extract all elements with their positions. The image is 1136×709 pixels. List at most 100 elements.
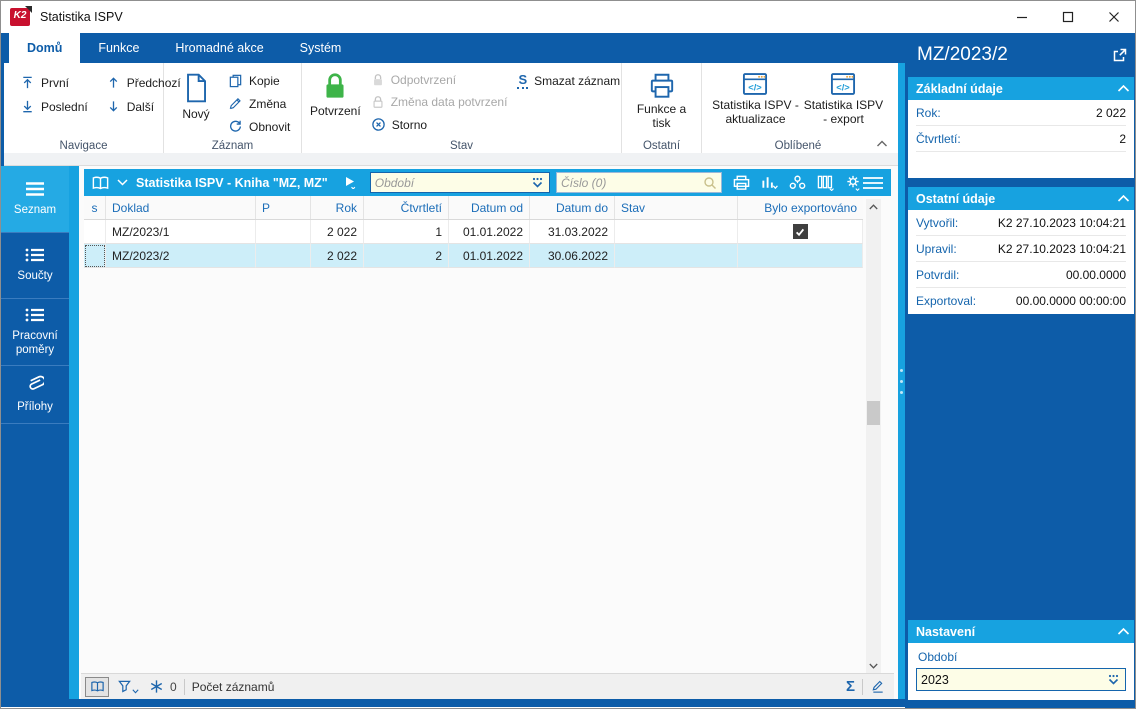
tab-funkce[interactable]: Funkce — [80, 33, 157, 63]
svg-text:</>: </> — [749, 82, 763, 92]
collapse-section-icon[interactable] — [1117, 627, 1130, 636]
col-rok[interactable]: Rok — [311, 196, 364, 219]
edit-button[interactable]: Změna — [228, 96, 290, 111]
grid-menu-icon[interactable] — [862, 176, 884, 190]
tab-domu[interactable]: Domů — [9, 33, 81, 63]
exported-checkbox-checked[interactable] — [792, 224, 808, 239]
ribbon-group-ostatni: Funkce a tisk Ostatní — [622, 63, 702, 153]
play-icon[interactable] — [344, 176, 356, 189]
dotted-list-icon — [24, 247, 46, 263]
lock-green-icon — [320, 71, 350, 103]
detail-panel: MZ/2023/2 Základní údaje Rok: 2 022 Čtvrt… — [905, 33, 1135, 708]
minimize-button[interactable] — [999, 1, 1045, 33]
record-count-label: Počet záznamů — [191, 679, 275, 694]
last-button[interactable]: Poslední — [20, 99, 88, 114]
filter-funnel-icon[interactable] — [117, 679, 139, 694]
edit-pencil-icon[interactable] — [870, 679, 886, 694]
snowflake-icon[interactable] — [149, 679, 164, 694]
chart-icon[interactable] — [760, 174, 779, 191]
col-doklad[interactable]: Doklad — [106, 196, 256, 219]
confirm-button[interactable]: Potvrzení — [310, 69, 361, 135]
grid-titlebar: Statistika ISPV - Kniha "MZ, MZ" — [84, 169, 891, 196]
new-button[interactable]: Nový — [172, 69, 220, 135]
statistika-aktualizace-button[interactable]: </> Statistika ISPV - aktualizace — [710, 69, 801, 135]
workflow-icon[interactable] — [788, 174, 807, 191]
sidebar-splitter[interactable] — [69, 166, 79, 699]
tab-system[interactable]: Systém — [282, 33, 360, 63]
table-header-row: s Doklad P Rok Čtvrtletí Datum od Datum … — [84, 196, 863, 220]
scrollbar-thumb[interactable] — [867, 401, 880, 425]
col-stav[interactable]: Stav — [615, 196, 738, 219]
arrow-up-icon — [106, 75, 121, 90]
book-icon[interactable] — [91, 175, 110, 191]
lock-gray-icon — [371, 95, 385, 109]
col-s[interactable]: s — [84, 196, 106, 219]
grid-title: Statistika ISPV - Kniha "MZ, MZ" — [136, 175, 328, 190]
sidebar-item-prilohy[interactable]: Přílohy — [1, 366, 69, 424]
sidebar-item-soucty[interactable]: Součty — [1, 233, 69, 299]
detail-title: MZ/2023/2 — [917, 44, 1008, 65]
table-row-selected[interactable]: MZ/2023/2 2 022 2 01.01.2022 30.06.2022 — [84, 244, 863, 268]
filter-cislo-input[interactable] — [561, 175, 703, 190]
sum-icon[interactable]: Σ — [846, 678, 855, 695]
obdobi-combo-input[interactable] — [921, 672, 1106, 687]
obdobi-field-label: Období — [918, 650, 958, 664]
copy-button[interactable]: Kopie — [228, 73, 290, 88]
statistika-export-button[interactable]: </> Statistika ISPV - export — [801, 69, 886, 135]
chevron-down-icon[interactable] — [117, 179, 128, 186]
sidebar: Seznam Součty Pracovní poměry Přílohy — [1, 166, 69, 699]
paperclip-icon — [26, 374, 44, 394]
ribbon-group-stav: Potvrzení Odpotvrzení Změna data potvrze… — [302, 63, 622, 153]
scroll-up-icon[interactable] — [866, 199, 881, 214]
filter-count: 0 — [170, 679, 177, 694]
first-button[interactable]: První — [20, 75, 88, 90]
vertical-scrollbar[interactable] — [866, 199, 881, 673]
maximize-button[interactable] — [1045, 1, 1091, 33]
search-icon — [703, 176, 717, 190]
columns-icon[interactable] — [816, 174, 835, 191]
panel-splitter[interactable] — [898, 63, 905, 699]
table-pane: Statistika ISPV - Kniha "MZ, MZ" s — [79, 166, 898, 699]
storno-button[interactable]: Storno — [371, 117, 508, 132]
print-icon[interactable] — [732, 174, 751, 191]
scroll-down-icon[interactable] — [866, 658, 881, 673]
functions-print-button[interactable]: Funkce a tisk — [630, 69, 693, 135]
settings-gear-icon[interactable] — [844, 174, 862, 191]
dotted-list-icon — [24, 307, 46, 323]
new-document-icon — [181, 71, 211, 105]
table-row[interactable]: MZ/2023/1 2 022 1 01.01.2022 31.03.2022 — [84, 220, 863, 244]
window-title: Statistika ISPV — [40, 10, 123, 24]
copy-icon — [228, 73, 243, 88]
delete-record-button[interactable]: S Smazat záznam — [517, 73, 620, 89]
sidebar-item-seznam[interactable]: Seznam — [1, 166, 69, 233]
col-datum-od[interactable]: Datum od — [449, 196, 530, 219]
group-label-ostatni: Ostatní — [642, 140, 681, 152]
combo-dropdown-icon[interactable] — [530, 176, 545, 190]
refresh-button[interactable]: Obnovit — [228, 119, 290, 134]
book-view-toggle[interactable] — [85, 676, 109, 697]
ribbon-tabbar: Domů Funkce Hromadné akce Systém — [1, 33, 905, 63]
sidebar-item-pracovni-pomery[interactable]: Pracovní poměry — [1, 299, 69, 366]
group-label-navigace: Navigace — [59, 140, 108, 152]
pencil-icon — [228, 96, 243, 111]
ribbon-group-zaznam: Nový Kopie Změna Obnovit Záznam — [164, 63, 302, 153]
col-datum-do[interactable]: Datum do — [530, 196, 615, 219]
close-button[interactable] — [1091, 1, 1135, 33]
obdobi-combo — [916, 668, 1126, 691]
col-p[interactable]: P — [256, 196, 311, 219]
arrow-up-bar-icon — [20, 75, 35, 90]
tab-hromadne-akce[interactable]: Hromadné akce — [157, 33, 281, 63]
collapse-section-icon[interactable] — [1117, 84, 1130, 93]
col-ctvrtleti[interactable]: Čtvrtletí — [364, 196, 449, 219]
col-bylo-exportovano[interactable]: Bylo exportováno — [738, 196, 863, 219]
grid-statusbar: 0 Počet záznamů Σ — [81, 673, 894, 699]
ribbon: První Předchozí Poslední Další Navigace — [4, 63, 898, 153]
filter-obdobi-input[interactable] — [374, 175, 530, 190]
k2-logo-icon: K2 — [10, 6, 32, 26]
ribbon-collapse-icon[interactable] — [876, 140, 888, 148]
open-detail-icon[interactable] — [1111, 47, 1128, 64]
collapse-section-icon[interactable] — [1117, 194, 1130, 203]
combo-dropdown-icon[interactable] — [1106, 673, 1121, 687]
row-focus-cell[interactable] — [84, 244, 106, 268]
group-label-zaznam: Záznam — [211, 140, 254, 152]
